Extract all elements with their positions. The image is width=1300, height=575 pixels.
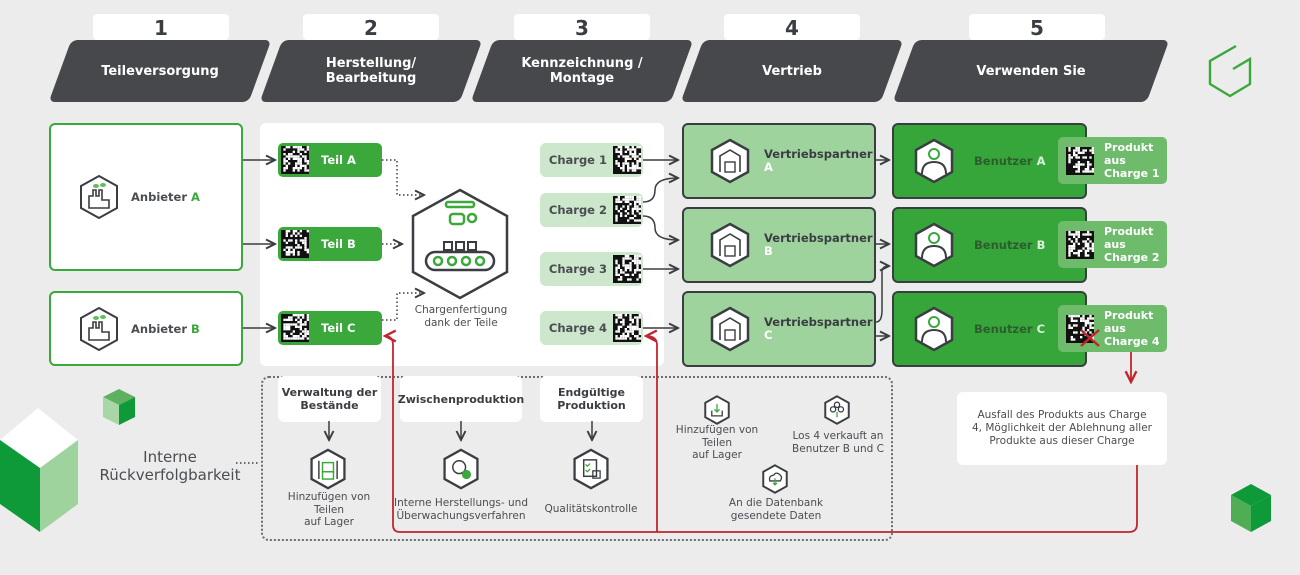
failure-note: Ausfall des Produkts aus Charge 4, Mögli…	[957, 392, 1167, 465]
distribution-note-sold: Los 4 verkauft an Benutzer B und C	[792, 430, 884, 455]
step-inventory-heading: Verwaltung der Bestände	[278, 376, 381, 422]
batch-3: Charge 3	[540, 252, 643, 286]
stage-label: Vertrieb	[762, 63, 822, 79]
stage-header-manufacturing: Herstellung/ Bearbeitung	[259, 40, 483, 102]
stage-number-1: 1	[93, 14, 229, 40]
product-card-1: Produkt aus Charge 1	[1058, 137, 1167, 184]
part-b: Teil B	[278, 227, 382, 261]
stage-header-usage: Verwenden Sie	[892, 40, 1170, 102]
product-card-4: Produkt aus Charge 4	[1058, 305, 1167, 352]
part-c: Teil C	[278, 311, 382, 345]
stage-label: Verwenden Sie	[976, 63, 1086, 79]
clipboard-check-icon	[573, 448, 609, 490]
part-label: Teil A	[321, 153, 356, 167]
datamatrix-code-icon	[1066, 146, 1094, 175]
batch-1: Charge 1	[540, 143, 643, 177]
distribution-note-inventory: Hinzufügen von Teilen auf Lager	[675, 424, 759, 461]
step-intermediate-caption: Interne Herstellungs- und Überwachungsve…	[393, 497, 528, 522]
step-intermediate-heading: Zwischenproduktion	[398, 376, 524, 422]
distribution-note-database: An die Datenbank gesendete Daten	[728, 497, 824, 522]
datamatrix-code-icon	[613, 314, 641, 342]
stage-number-3: 3	[514, 14, 650, 40]
product-label: Produkt aus Charge 4	[1104, 309, 1160, 348]
stage-header-labeling: Kennzeichnung / Montage	[470, 40, 694, 102]
stage-number-5: 5	[969, 14, 1105, 40]
stage-number-4: 4	[724, 14, 860, 40]
warehouse-icon	[710, 306, 750, 352]
warehouse-icon	[710, 138, 750, 184]
conveyor-robot-icon	[411, 188, 509, 300]
datamatrix-code-icon	[281, 146, 309, 174]
datamatrix-code-icon	[613, 196, 641, 224]
distributor-b: Vertriebspartner B	[682, 207, 876, 283]
stage-number-2: 2	[303, 14, 439, 40]
product-card-2: Produkt aus Charge 2	[1058, 221, 1167, 268]
product-label: Produkt aus Charge 1	[1104, 141, 1160, 180]
batch-production-caption: Chargenfertigung dank der Teile	[414, 304, 508, 329]
stage-label: Teileversorgung	[101, 63, 219, 79]
step-inventory-caption: Hinzufügen von Teilen auf Lager	[287, 491, 371, 528]
stage-header-distribution: Vertrieb	[680, 40, 904, 102]
defect-cross-icon	[1080, 329, 1100, 347]
datamatrix-code-icon	[613, 146, 641, 174]
batch-label: Charge 2	[548, 203, 607, 217]
warehouse-icon	[710, 222, 750, 268]
large-cube-decoration	[0, 408, 78, 532]
cube-decoration-bottom-right	[1231, 484, 1271, 532]
supplier-a: Anbieter A	[49, 123, 243, 271]
stage-label: Kennzeichnung / Montage	[521, 56, 643, 86]
internal-traceability-label: Interne Rückverfolgbarkeit	[99, 448, 241, 484]
step-final-caption: Qualitätskontrolle	[544, 503, 638, 515]
small-cube-decoration	[103, 389, 135, 425]
distributor-label: Vertriebspartner A	[764, 147, 873, 174]
batch-label: Charge 4	[548, 321, 607, 335]
inventory-shelf-icon	[310, 448, 346, 490]
batch-2: Charge 2	[540, 193, 643, 227]
tray-download-icon	[704, 395, 730, 425]
part-label: Teil B	[321, 237, 356, 251]
supplier-label: Anbieter B	[131, 321, 200, 336]
user-label: Benutzer B	[974, 238, 1046, 252]
batch-label: Charge 1	[548, 153, 607, 167]
distributor-a: Vertriebspartner A	[682, 123, 876, 199]
stage-header-parts-supply: Teileversorgung	[48, 40, 272, 102]
factory-icon	[80, 306, 118, 351]
batch-4: Charge 4	[540, 311, 643, 345]
batch-label: Charge 3	[548, 262, 607, 276]
stage-label: Herstellung/ Bearbeitung	[325, 56, 417, 86]
distributor-c: Vertriebspartner C	[682, 291, 876, 367]
datamatrix-code-icon	[613, 255, 641, 283]
supplier-b: Anbieter B	[49, 291, 243, 366]
supplier-label: Anbieter A	[131, 190, 200, 204]
distributor-label: Vertriebspartner B	[764, 231, 873, 258]
datamatrix-code-icon	[1066, 230, 1094, 259]
logo-hexagon-icon	[1208, 44, 1252, 98]
distributor-label: Vertriebspartner C	[764, 315, 873, 342]
user-label: Benutzer C	[974, 322, 1046, 336]
part-label: Teil C	[321, 321, 356, 335]
step-final-heading: Endgültige Produktion	[540, 376, 643, 422]
datamatrix-code-icon	[281, 230, 309, 258]
user-icon	[914, 222, 954, 268]
user-icon	[914, 138, 954, 184]
boxes-tree-icon	[824, 395, 850, 425]
cloud-download-icon	[762, 464, 788, 494]
user-icon	[914, 306, 954, 352]
part-a: Teil A	[278, 143, 382, 177]
product-label: Produkt aus Charge 2	[1104, 225, 1160, 264]
user-label: Benutzer A	[974, 154, 1046, 168]
gear-wrench-check-icon	[443, 448, 479, 490]
datamatrix-code-icon	[281, 314, 309, 342]
factory-icon	[80, 174, 118, 220]
